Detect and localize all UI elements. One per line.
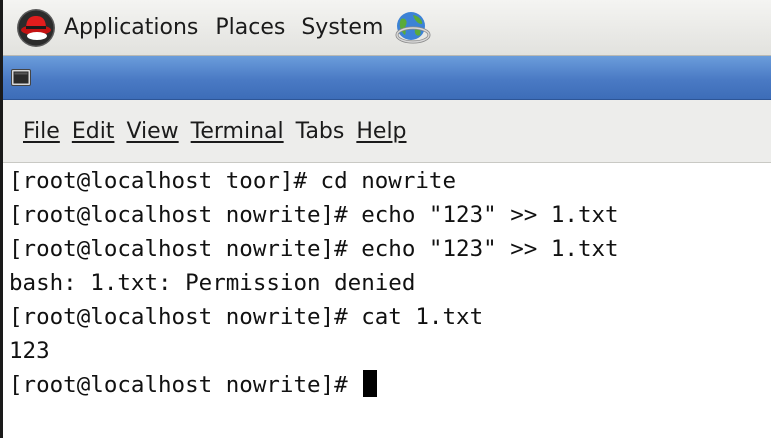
window-left-edge [0, 0, 3, 438]
menu-view[interactable]: View [120, 119, 184, 144]
menu-tabs-label: Tabs [295, 118, 345, 144]
terminal-cursor [363, 370, 378, 397]
terminal-line: [root@localhost toor]# cd nowrite [9, 168, 457, 194]
menu-edit-label: Edit [71, 118, 115, 144]
menu-file[interactable]: File [17, 119, 66, 144]
menu-help[interactable]: Help [350, 119, 412, 144]
menu-file-label: File [23, 118, 60, 144]
terminal-icon [11, 69, 31, 86]
redhat-logo-icon [17, 8, 55, 47]
menu-bar: File Edit View Terminal Tabs Help [3, 100, 771, 163]
terminal-line: [root@localhost nowrite]# cat 1.txt [9, 304, 484, 330]
network-globe-icon[interactable] [393, 9, 431, 47]
terminal-line: [root@localhost nowrite]# echo "123" >> … [9, 202, 619, 228]
system-menu[interactable]: System [301, 0, 383, 55]
applications-menu[interactable]: Applications [3, 0, 198, 55]
menu-tabs[interactable]: Tabs [290, 119, 351, 144]
places-menu[interactable]: Places [215, 0, 285, 55]
applications-label: Applications [64, 15, 199, 40]
menu-terminal[interactable]: Terminal [185, 119, 290, 144]
terminal-line: bash: 1.txt: Permission denied [9, 270, 416, 296]
terminal-prompt-line: [root@localhost nowrite]# [9, 368, 378, 402]
menu-help-label: Help [356, 118, 407, 144]
menu-view-label: View [126, 118, 179, 144]
menu-terminal-label: Terminal [190, 118, 284, 144]
terminal-output[interactable]: [root@localhost toor]# cd nowrite [root@… [3, 163, 771, 438]
terminal-prompt: [root@localhost nowrite]# [9, 372, 362, 398]
terminal-line: [root@localhost nowrite]# echo "123" >> … [9, 236, 619, 262]
terminal-line: 123 [9, 338, 50, 364]
top-panel: Applications Places System [3, 0, 771, 56]
window-title-bar[interactable] [3, 56, 771, 100]
menu-edit[interactable]: Edit [66, 119, 121, 144]
